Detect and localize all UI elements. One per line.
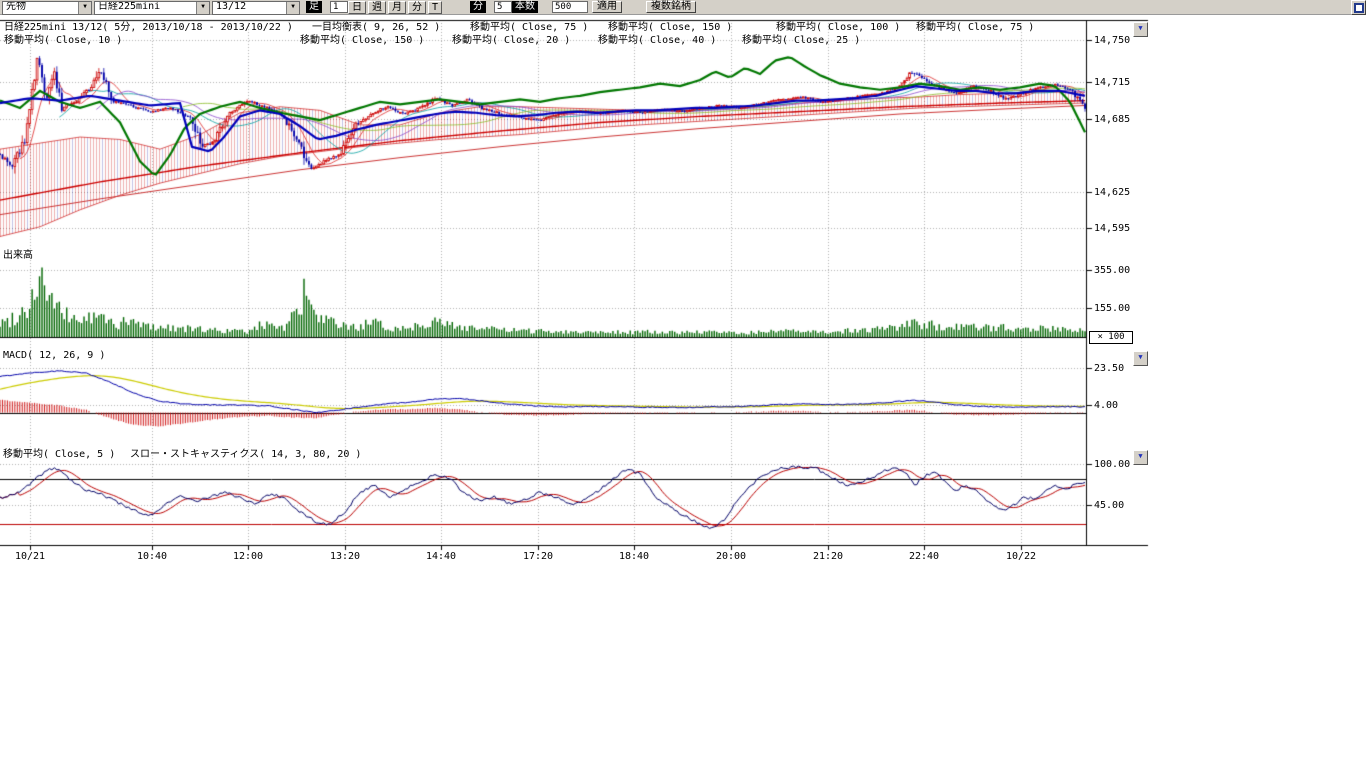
- chart-application-window: 先物 ▼ 日経225mini ▼ 13/12 ▼ 足 1 日週月分T 分 5 本…: [0, 0, 1366, 768]
- period-unit-button[interactable]: 日: [348, 1, 366, 14]
- instrument-type-value: 先物: [3, 2, 78, 14]
- bars-label: 本数: [512, 1, 538, 13]
- period-unit-button[interactable]: 週: [368, 1, 386, 14]
- instrument-type-select[interactable]: 先物 ▼: [2, 1, 92, 15]
- multi-symbol-button[interactable]: 複数銘柄: [646, 1, 696, 13]
- contract-month-select[interactable]: 13/12 ▼: [212, 1, 300, 15]
- price-panel-dropdown-button[interactable]: ▼: [1133, 22, 1148, 37]
- window-menu-button[interactable]: [1351, 0, 1366, 15]
- apply-button[interactable]: 適用: [592, 1, 622, 13]
- chevron-down-icon[interactable]: ▼: [78, 2, 91, 14]
- period-unit-button[interactable]: T: [428, 1, 442, 14]
- minute-label: 分: [470, 1, 486, 13]
- chart-canvas[interactable]: [0, 0, 1366, 768]
- bars-count-input[interactable]: 500: [552, 1, 588, 13]
- stoch-panel-dropdown-button[interactable]: ▼: [1133, 450, 1148, 465]
- period-unit-buttons: 日週月分T: [348, 1, 442, 14]
- instrument-select[interactable]: 日経225mini ▼: [94, 1, 210, 15]
- instrument-value: 日経225mini: [95, 2, 196, 14]
- ashi-label: 足: [306, 1, 322, 13]
- contract-month-value: 13/12: [213, 2, 286, 14]
- chevron-down-icon[interactable]: ▼: [196, 2, 209, 14]
- period-value-input[interactable]: 1: [330, 1, 348, 13]
- macd-panel-dropdown-button[interactable]: ▼: [1133, 351, 1148, 366]
- chevron-down-icon[interactable]: ▼: [286, 2, 299, 14]
- period-unit-button[interactable]: 月: [388, 1, 406, 14]
- interval-input[interactable]: 5: [494, 1, 512, 13]
- window-icon: [1354, 3, 1364, 13]
- toolbar: 先物 ▼ 日経225mini ▼ 13/12 ▼ 足 1 日週月分T 分 5 本…: [0, 0, 1366, 15]
- period-unit-button[interactable]: 分: [408, 1, 426, 14]
